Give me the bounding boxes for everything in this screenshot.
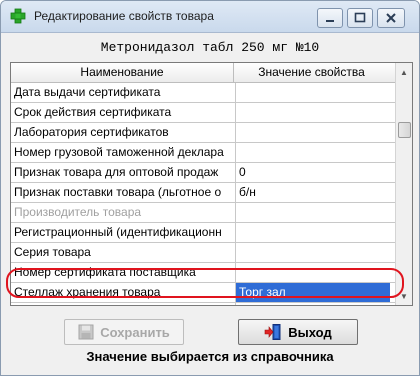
table-row[interactable]: Признак товара для оптовой продаж 0 <box>11 163 395 183</box>
property-value-cell[interactable] <box>236 203 390 222</box>
property-name-cell[interactable]: Производитель товара <box>11 203 236 222</box>
table-row[interactable]: Регистрационный (идентификационн <box>11 223 395 243</box>
property-name-cell[interactable]: Номер сертификата поставщика <box>11 263 236 282</box>
save-button-label: Сохранить <box>100 324 170 340</box>
save-button[interactable]: Сохранить <box>64 319 184 345</box>
property-value-cell[interactable] <box>236 243 390 262</box>
property-name-cell[interactable]: Признак поставки товара (льготное о <box>11 183 236 202</box>
product-name: Метронидазол табл 250 мг №10 <box>100 39 320 55</box>
column-header-name[interactable]: Наименование <box>11 63 234 82</box>
property-value-cell[interactable] <box>236 103 390 122</box>
properties-window: Редактирование свойств товара Метронидаз… <box>0 0 420 376</box>
property-value-cell[interactable] <box>236 303 390 305</box>
property-value-cell[interactable] <box>236 123 390 142</box>
exit-button[interactable]: Выход <box>238 319 358 345</box>
property-name-cell[interactable]: Срок действия сертификата <box>11 103 236 122</box>
scroll-down-icon[interactable]: ▼ <box>397 288 411 304</box>
table-row[interactable]: Признак поставки товара (льготное о б/н <box>11 183 395 203</box>
table-row[interactable]: Срок действия сертификата <box>11 103 395 123</box>
vertical-scrollbar[interactable]: ▲ ▼ <box>395 63 412 305</box>
table-row[interactable]: Серия товара <box>11 243 395 263</box>
property-name-cell[interactable]: Лаборатория сертификатов <box>11 123 236 142</box>
property-value-cell[interactable]: 0 <box>236 163 390 182</box>
property-value-cell[interactable] <box>236 143 390 162</box>
property-name-cell[interactable]: Стеллаж хранения товара <box>11 283 236 302</box>
close-button[interactable] <box>377 8 405 28</box>
window-title: Редактирование свойств товара <box>34 9 214 23</box>
table-row[interactable]: Страна производства товара <box>11 303 395 305</box>
table-row[interactable]: Номер сертификата поставщика <box>11 263 395 283</box>
table-row[interactable]: Лаборатория сертификатов <box>11 123 395 143</box>
grid-rows: Дата выдачи сертификата Срок действия сер… <box>11 83 395 305</box>
table-row[interactable]: Дата выдачи сертификата <box>11 83 395 103</box>
maximize-icon <box>354 12 366 23</box>
exit-door-icon <box>264 324 281 340</box>
close-icon <box>386 13 396 23</box>
exit-button-label: Выход <box>288 324 332 340</box>
column-header-value[interactable]: Значение свойства <box>234 63 389 82</box>
table-row[interactable]: Производитель товара <box>11 203 395 223</box>
property-name-cell[interactable]: Признак товара для оптовой продаж <box>11 163 236 182</box>
floppy-disk-icon <box>78 324 94 340</box>
property-value-cell[interactable] <box>236 223 390 242</box>
green-cross-icon <box>10 8 26 24</box>
minimize-button[interactable] <box>317 8 343 28</box>
status-hint: Значение выбирается из справочника <box>86 349 334 364</box>
property-name-cell[interactable]: Дата выдачи сертификата <box>11 83 236 102</box>
property-name-cell[interactable]: Страна производства товара <box>11 303 236 305</box>
property-name-cell[interactable]: Серия товара <box>11 243 236 262</box>
title-bar[interactable]: Редактирование свойств товара <box>1 1 419 33</box>
scroll-thumb[interactable] <box>398 122 411 138</box>
scroll-up-icon[interactable]: ▲ <box>397 64 411 80</box>
properties-grid[interactable]: Наименование Значение свойства Дата выда… <box>10 62 413 306</box>
property-value-cell[interactable]: Торг зал <box>236 283 390 302</box>
maximize-button[interactable] <box>347 8 373 28</box>
property-value-cell[interactable] <box>236 83 390 102</box>
property-value-cell[interactable]: б/н <box>236 183 390 202</box>
property-name-cell[interactable]: Регистрационный (идентификационн <box>11 223 236 242</box>
table-row[interactable]: Стеллаж хранения товара Торг зал <box>11 283 395 303</box>
grid-header: Наименование Значение свойства <box>11 63 395 83</box>
property-value-cell[interactable] <box>236 263 390 282</box>
table-row[interactable]: Номер грузовой таможенной деклара <box>11 143 395 163</box>
property-name-cell[interactable]: Номер грузовой таможенной деклара <box>11 143 236 162</box>
minimize-icon <box>326 20 334 22</box>
